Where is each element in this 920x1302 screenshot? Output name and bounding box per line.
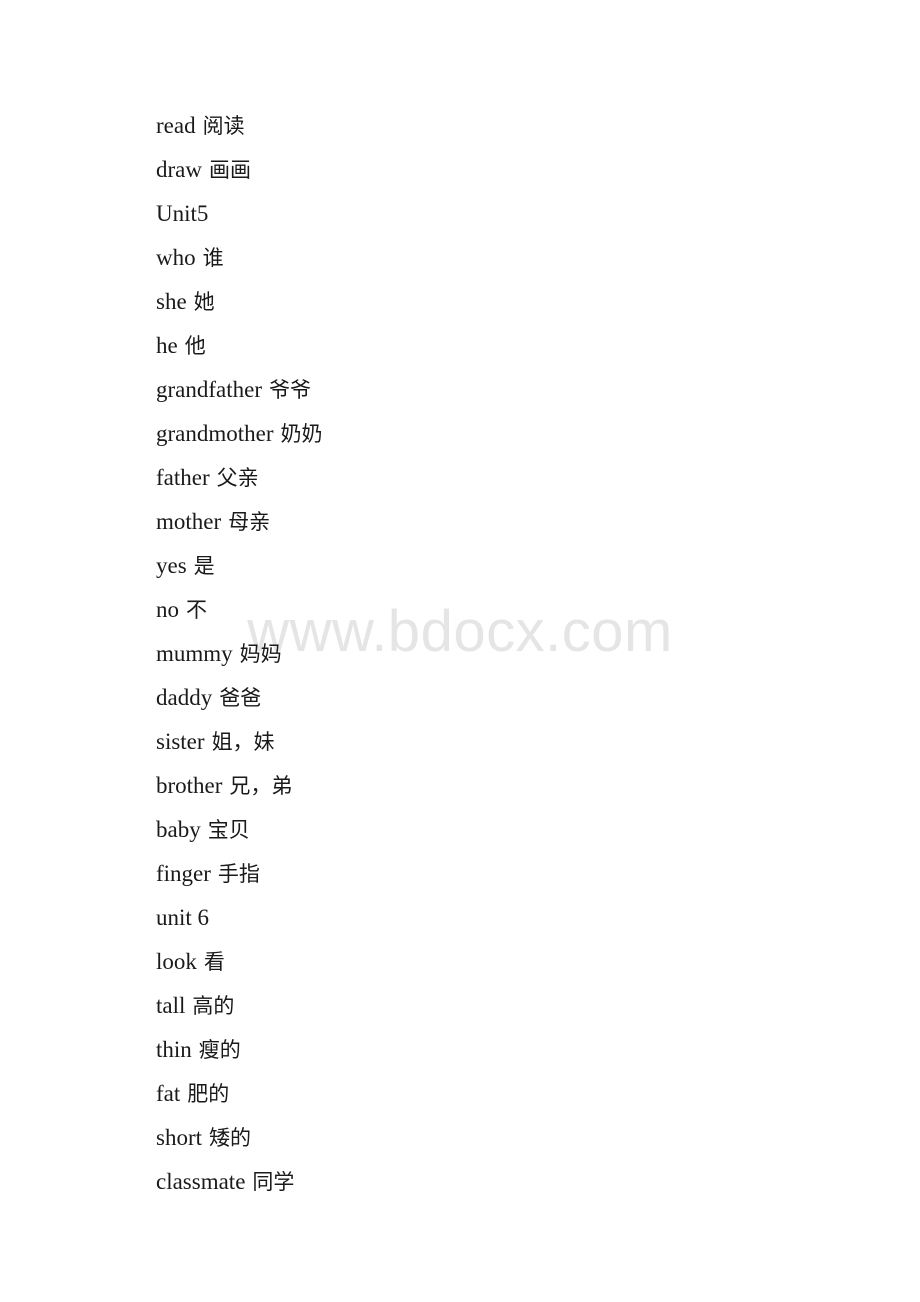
entry-gloss: 看: [203, 950, 225, 974]
entry-term: yes: [156, 553, 187, 578]
entry-gloss: 同学: [252, 1170, 295, 1194]
vocabulary-entry: father 父亲: [156, 456, 860, 500]
vocabulary-list: read 阅读 draw 画画 Unit5 who 谁 she 她 he 他 grandfather 爷…: [156, 104, 860, 1204]
vocabulary-entry: who 谁: [156, 236, 860, 280]
entry-gloss: 是: [193, 554, 215, 578]
vocabulary-entry: classmate 同学: [156, 1160, 860, 1204]
vocabulary-entry: daddy 爸爸: [156, 676, 860, 720]
entry-term: mother: [156, 509, 222, 534]
entry-gloss: 父亲: [216, 466, 259, 490]
entry-gloss: 不: [186, 598, 207, 622]
entry-gloss: 爷爷: [269, 378, 311, 402]
vocabulary-entry: draw 画画: [156, 148, 860, 192]
vocabulary-entry: tall 高的: [156, 984, 860, 1028]
entry-gloss: 阅读: [202, 114, 245, 138]
document-page: www.bdocx.com read 阅读 draw 画画 Unit5 who 谁 she 她 h…: [0, 0, 920, 1302]
entry-term: sister: [156, 729, 205, 754]
entry-term: brother: [156, 773, 223, 798]
entry-gloss: 瘦的: [198, 1038, 241, 1062]
vocabulary-entry: grandmother 奶奶: [156, 412, 860, 456]
entry-term: she: [156, 289, 187, 314]
entry-term: he: [156, 333, 178, 358]
entry-gloss: 画画: [208, 158, 251, 182]
entry-gloss: 矮的: [209, 1126, 251, 1150]
entry-term: thin: [156, 1037, 192, 1062]
vocabulary-entry: short 矮的: [156, 1116, 860, 1160]
vocabulary-entry: unit 6: [156, 896, 860, 940]
vocabulary-entry: he 他: [156, 324, 860, 368]
entry-term: grandfather: [156, 377, 262, 402]
entry-term: daddy: [156, 685, 213, 710]
entry-term: finger: [156, 861, 211, 886]
entry-gloss: 兄，弟: [229, 774, 293, 798]
entry-term: fat: [156, 1081, 181, 1106]
entry-term: tall: [156, 993, 186, 1018]
vocabulary-entry: fat 肥的: [156, 1072, 860, 1116]
entry-gloss: 她: [193, 290, 215, 314]
vocabulary-entry: brother 兄，弟: [156, 764, 860, 808]
vocabulary-entry: baby 宝贝: [156, 808, 860, 852]
entry-term: baby: [156, 817, 201, 842]
entry-term: grandmother: [156, 421, 274, 446]
entry-gloss: 母亲: [228, 510, 271, 534]
entry-term: mummy: [156, 641, 233, 666]
vocabulary-entry: grandfather 爷爷: [156, 368, 860, 412]
entry-gloss: 宝贝: [207, 818, 250, 842]
entry-term: father: [156, 465, 210, 490]
entry-gloss: 姐，妹: [211, 730, 275, 754]
vocabulary-entry: read 阅读: [156, 104, 860, 148]
entry-term: read: [156, 113, 196, 138]
vocabulary-entry: Unit5: [156, 192, 860, 236]
vocabulary-entry: no 不: [156, 588, 860, 632]
vocabulary-entry: mother 母亲: [156, 500, 860, 544]
vocabulary-entry: she 她: [156, 280, 860, 324]
vocabulary-entry: yes 是: [156, 544, 860, 588]
vocabulary-entry: thin 瘦的: [156, 1028, 860, 1072]
entry-term: short: [156, 1125, 202, 1150]
entry-term: who: [156, 245, 196, 270]
entry-gloss: 奶奶: [280, 422, 323, 446]
entry-term: Unit5: [156, 201, 209, 226]
vocabulary-entry: sister 姐，妹: [156, 720, 860, 764]
entry-gloss: 妈妈: [239, 642, 282, 666]
entry-term: draw: [156, 157, 202, 182]
vocabulary-entry: finger 手指: [156, 852, 860, 896]
entry-term: no: [156, 597, 179, 622]
entry-gloss: 爸爸: [219, 686, 262, 710]
entry-term: look: [156, 949, 197, 974]
entry-gloss: 肥的: [187, 1082, 230, 1106]
vocabulary-entry: look 看: [156, 940, 860, 984]
entry-gloss: 手指: [217, 862, 260, 886]
vocabulary-entry: mummy 妈妈: [156, 632, 860, 676]
entry-term: unit 6: [156, 905, 210, 930]
entry-term: classmate: [156, 1169, 246, 1194]
entry-gloss: 他: [184, 334, 206, 358]
entry-gloss: 高的: [192, 994, 235, 1018]
entry-gloss: 谁: [202, 246, 224, 270]
